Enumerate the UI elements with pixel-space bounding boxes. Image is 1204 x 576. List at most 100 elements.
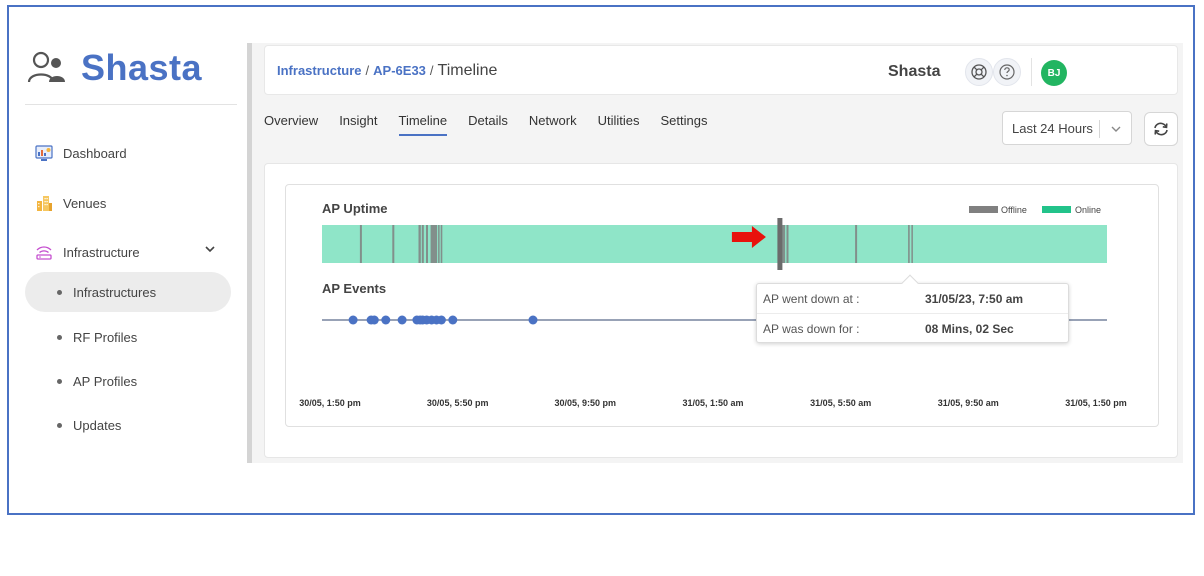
page-title: Timeline (437, 62, 498, 79)
events-title: AP Events (322, 281, 386, 296)
sidebar-item-label: Venues (63, 195, 107, 211)
sidebar-item-label: Infrastructure (63, 244, 140, 260)
tooltip-divider (757, 313, 1068, 314)
sidebar-item-venues[interactable]: Venues (35, 194, 106, 212)
page-header: Infrastructure / AP-6E33 / Timeline Shas… (264, 45, 1178, 95)
sidebar-item-dashboard[interactable]: Dashboard (35, 144, 127, 162)
help-icon (999, 64, 1015, 80)
sidebar-subitem-updates[interactable]: Updates (25, 405, 231, 445)
brand-name: Shasta (81, 47, 203, 88)
tooltip-down-at-label: AP went down at : (763, 292, 860, 306)
tooltip-down-at-value: 31/05/23, 7:50 am (925, 292, 1024, 306)
offline-period[interactable] (359, 225, 362, 263)
offline-period[interactable] (421, 225, 424, 263)
dashboard-icon (35, 145, 53, 161)
org-name: Shasta (888, 63, 941, 80)
time-axis: 30/05, 1:50 pm 30/05, 5:50 pm 30/05, 9:50 … (299, 398, 1127, 408)
sidebar: Shasta Dashboard Venues Infrastructure I… (9, 7, 247, 513)
timeline-panel: AP Uptime Offline Online AP Events 30/05… (264, 163, 1178, 458)
sidebar-subitem-label: RF Profiles (73, 329, 138, 345)
axis-tick-label: 31/05, 1:50 am (682, 398, 743, 408)
tab-settings[interactable]: Settings (661, 113, 708, 136)
users-icon (27, 51, 65, 83)
sidebar-subitem-label: Updates (73, 417, 122, 433)
axis-tick-label: 31/05, 1:50 pm (1065, 398, 1127, 408)
event-point[interactable] (528, 315, 538, 325)
bullet-icon (57, 422, 62, 428)
sidebar-subitem-rf-profiles[interactable]: RF Profiles (25, 317, 231, 357)
header-divider (1031, 58, 1032, 86)
breadcrumb-infrastructure[interactable]: Infrastructure (277, 63, 362, 78)
offline-period[interactable] (392, 225, 395, 263)
support-icon (971, 64, 987, 80)
sidebar-divider (25, 104, 237, 105)
event-point[interactable] (397, 315, 407, 325)
time-range-value: Last 24 Hours (1012, 120, 1093, 136)
uptime-title: AP Uptime (322, 201, 388, 216)
tooltip-down-for-label: AP was down for : (763, 322, 860, 336)
event-point[interactable] (448, 315, 458, 325)
wifi-icon (36, 246, 52, 260)
offline-period[interactable] (855, 225, 858, 263)
sidebar-subitem-label: AP Profiles (73, 373, 138, 389)
axis-tick-label: 30/05, 9:50 pm (555, 398, 617, 408)
axis-tick-label: 30/05, 1:50 pm (299, 398, 361, 408)
main-content: Infrastructure / AP-6E33 / Timeline Shas… (252, 43, 1183, 463)
breadcrumb-separator: / (429, 63, 434, 78)
legend-offline-swatch (969, 206, 998, 213)
avatar[interactable]: BJ (1041, 60, 1067, 86)
offline-period[interactable] (430, 225, 438, 263)
sidebar-item-infrastructure[interactable]: Infrastructure (35, 243, 140, 261)
timeline-card: AP Uptime Offline Online AP Events 30/05… (285, 184, 1159, 427)
legend-online-swatch (1042, 206, 1071, 213)
event-point[interactable] (369, 315, 379, 325)
offline-period[interactable] (911, 225, 913, 263)
tooltip: AP went down at : 31/05/23, 7:50 am AP w… (756, 274, 1069, 343)
help-button[interactable] (993, 58, 1021, 86)
tab-utilities[interactable]: Utilities (598, 113, 640, 136)
venues-icon (37, 196, 52, 211)
offline-period[interactable] (782, 225, 786, 263)
bullet-icon (57, 289, 62, 295)
sidebar-subitem-label: Infrastructures (73, 284, 157, 300)
time-range-select[interactable]: Last 24 Hours (1002, 111, 1132, 145)
tab-bar: Overview Insight Timeline Details Networ… (264, 113, 728, 136)
offline-period[interactable] (786, 225, 789, 263)
sidebar-item-label: Dashboard (63, 145, 127, 161)
brand[interactable]: Shasta (27, 47, 202, 89)
app-frame: Shasta Dashboard Venues Infrastructure I… (7, 5, 1195, 515)
legend-offline-label: Offline (1001, 205, 1027, 215)
chevron-down-icon (1111, 126, 1121, 132)
offline-period[interactable] (426, 225, 428, 263)
tab-details[interactable]: Details (468, 113, 508, 136)
selected-offline-marker[interactable] (777, 218, 783, 270)
refresh-button[interactable] (1144, 112, 1178, 146)
breadcrumb-ap[interactable]: AP-6E33 (373, 63, 426, 78)
tab-insight[interactable]: Insight (339, 113, 377, 136)
axis-tick-label: 31/05, 9:50 am (938, 398, 999, 408)
sidebar-subitem-infrastructures[interactable]: Infrastructures (25, 272, 231, 312)
sidebar-subitem-ap-profiles[interactable]: AP Profiles (25, 361, 231, 401)
offline-period[interactable] (908, 225, 910, 263)
tab-network[interactable]: Network (529, 113, 577, 136)
refresh-icon (1154, 122, 1168, 136)
bullet-icon (57, 378, 62, 384)
offline-period[interactable] (440, 225, 443, 263)
tab-timeline[interactable]: Timeline (398, 113, 448, 136)
event-point[interactable] (381, 315, 391, 325)
tooltip-down-for-value: 08 Mins, 02 Sec (925, 322, 1014, 336)
event-point[interactable] (348, 315, 358, 325)
offline-period[interactable] (418, 225, 421, 263)
chevron-down-icon[interactable] (204, 243, 216, 255)
event-point[interactable] (436, 315, 446, 325)
support-button[interactable] (965, 58, 993, 86)
tab-overview[interactable]: Overview (264, 113, 318, 136)
breadcrumb: Infrastructure / AP-6E33 / Timeline (277, 62, 497, 80)
axis-tick-label: 30/05, 5:50 pm (427, 398, 489, 408)
bullet-icon (57, 334, 62, 340)
axis-tick-label: 31/05, 5:50 am (810, 398, 871, 408)
legend: Offline Online (969, 205, 1101, 215)
select-divider (1099, 120, 1100, 138)
offline-period[interactable] (438, 225, 440, 263)
uptime-bar[interactable] (322, 225, 1107, 263)
